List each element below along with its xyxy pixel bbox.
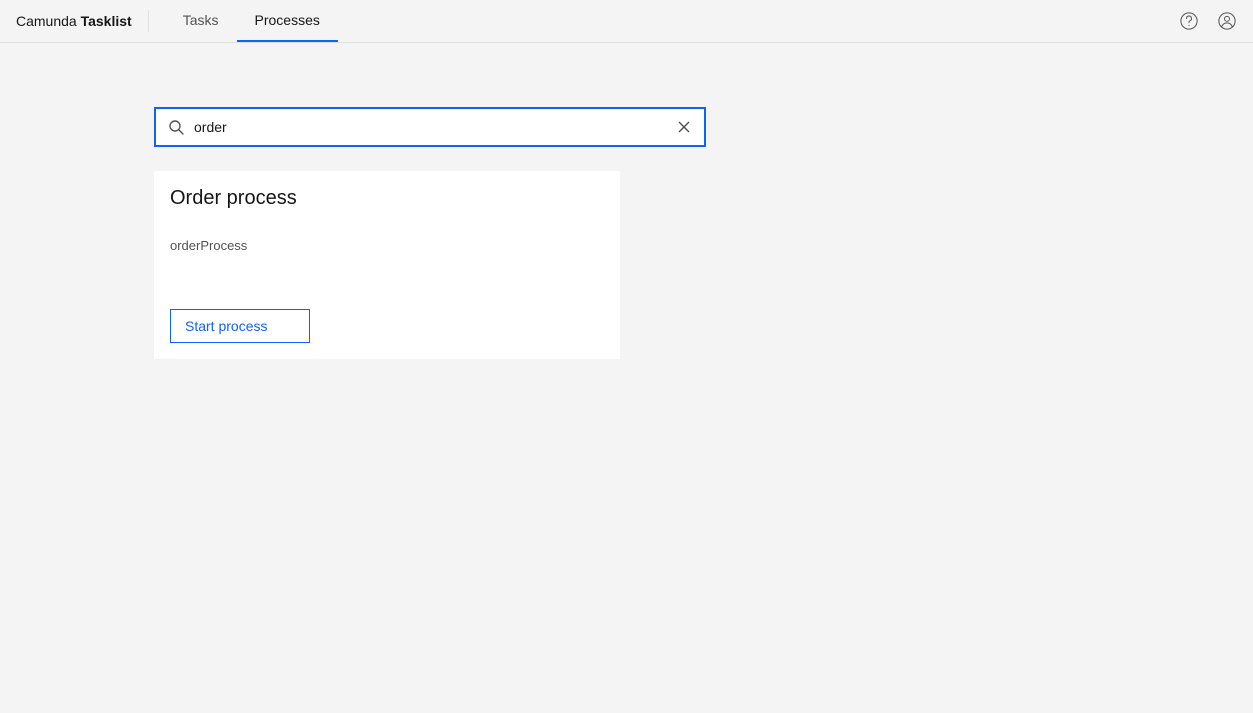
process-title: Order process xyxy=(170,187,604,210)
process-key: orderProcess xyxy=(170,238,604,253)
brand: Camunda Tasklist xyxy=(16,10,149,32)
header-left: Camunda Tasklist Tasks Processes xyxy=(16,0,338,42)
start-process-button[interactable]: Start process xyxy=(170,309,310,343)
search-icon xyxy=(168,119,184,135)
process-card: Order process orderProcess Start process xyxy=(154,171,620,359)
user-avatar-icon[interactable] xyxy=(1217,11,1237,31)
nav-tabs: Tasks Processes xyxy=(165,0,338,42)
search-input[interactable] xyxy=(184,119,676,135)
tab-label: Processes xyxy=(255,12,320,28)
tab-processes[interactable]: Processes xyxy=(237,0,338,42)
header-right xyxy=(1179,11,1237,31)
app-header: Camunda Tasklist Tasks Processes xyxy=(0,0,1253,43)
results-list: Order process orderProcess Start process xyxy=(154,171,1253,359)
main-content: Order process orderProcess Start process xyxy=(0,43,1253,359)
tab-label: Tasks xyxy=(183,12,219,28)
brand-name: Tasklist xyxy=(81,13,132,29)
search-box[interactable] xyxy=(154,107,706,147)
clear-icon[interactable] xyxy=(676,119,692,135)
brand-prefix: Camunda xyxy=(16,13,81,29)
help-icon[interactable] xyxy=(1179,11,1199,31)
tab-tasks[interactable]: Tasks xyxy=(165,0,237,42)
start-process-label: Start process xyxy=(185,318,267,334)
